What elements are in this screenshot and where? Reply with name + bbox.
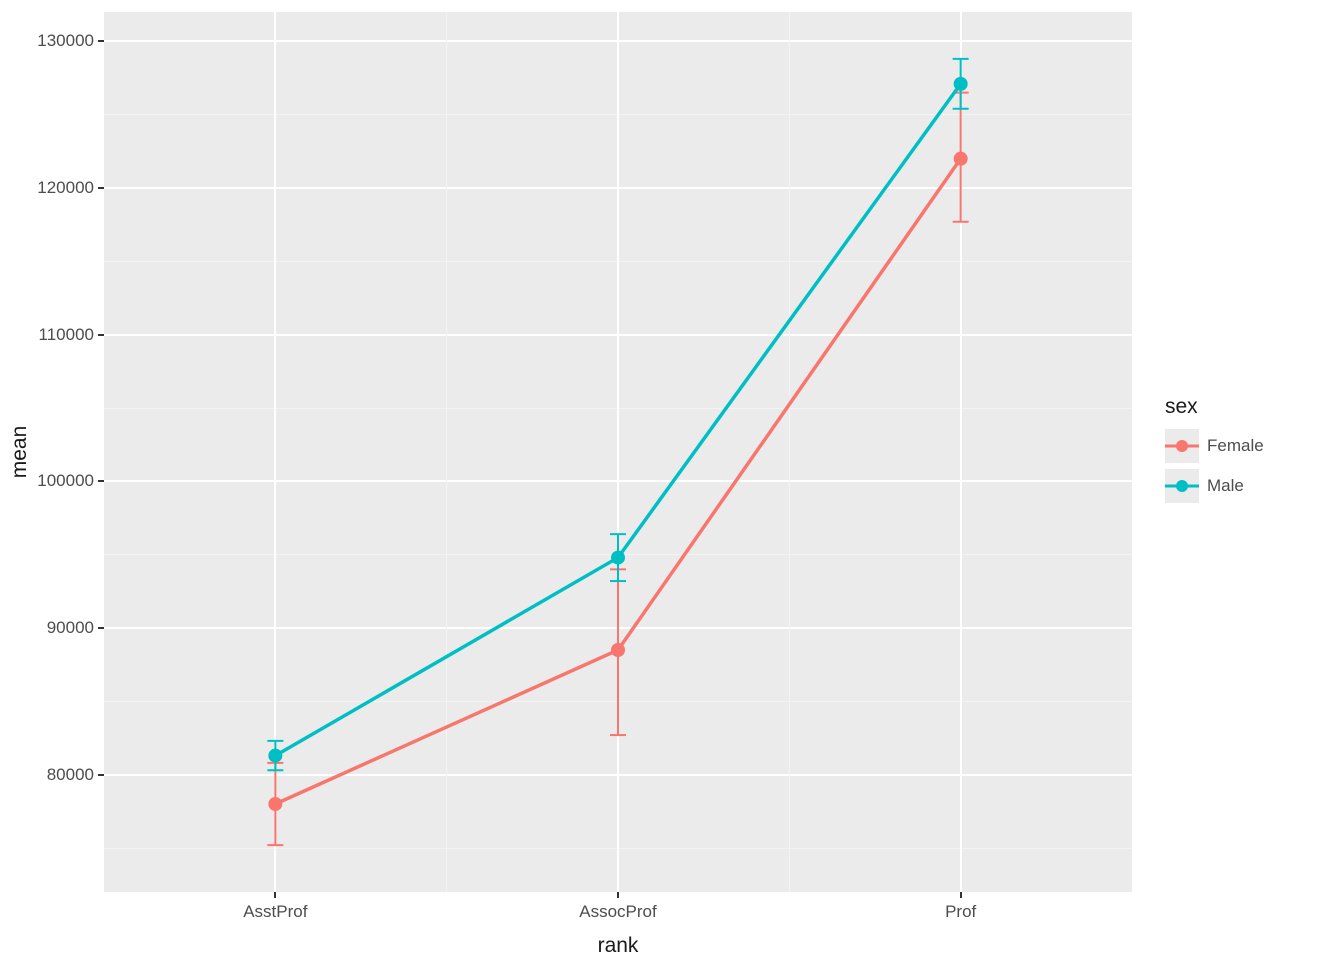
y-tick: [98, 480, 104, 482]
legend-item: Female: [1165, 429, 1264, 463]
y-tick-label: 130000: [37, 31, 94, 51]
x-axis-title: rank: [598, 934, 639, 958]
x-tick: [960, 892, 962, 898]
y-tick-label: 90000: [47, 618, 94, 638]
y-tick: [98, 334, 104, 336]
data-point: [268, 797, 282, 811]
legend-title: sex: [1165, 395, 1264, 419]
x-tick-label: AssocProf: [579, 902, 656, 922]
data-point: [954, 152, 968, 166]
x-tick-label: Prof: [945, 902, 976, 922]
x-tick-label: AsstProf: [243, 902, 307, 922]
legend-point-icon: [1176, 480, 1188, 492]
y-tick-label: 80000: [47, 765, 94, 785]
legend-item: Male: [1165, 469, 1264, 503]
legend-label: Female: [1207, 436, 1264, 456]
y-tick-label: 100000: [37, 471, 94, 491]
legend-key: [1165, 469, 1199, 503]
y-tick: [98, 40, 104, 42]
x-tick: [274, 892, 276, 898]
data-point: [268, 749, 282, 763]
chart-figure: mean rank sex Female Male 80000 90000 10000…: [0, 0, 1344, 960]
data-point: [954, 77, 968, 91]
y-tick: [98, 187, 104, 189]
y-tick: [98, 774, 104, 776]
plot-svg: [0, 0, 1344, 960]
data-point: [611, 551, 625, 565]
y-tick: [98, 627, 104, 629]
legend: sex Female Male: [1165, 395, 1264, 503]
x-tick: [617, 892, 619, 898]
legend-point-icon: [1176, 440, 1188, 452]
data-point: [611, 643, 625, 657]
legend-key: [1165, 429, 1199, 463]
legend-label: Male: [1207, 476, 1244, 496]
y-tick-label: 120000: [37, 178, 94, 198]
y-tick-label: 110000: [39, 325, 94, 345]
y-axis-title: mean: [8, 426, 32, 479]
